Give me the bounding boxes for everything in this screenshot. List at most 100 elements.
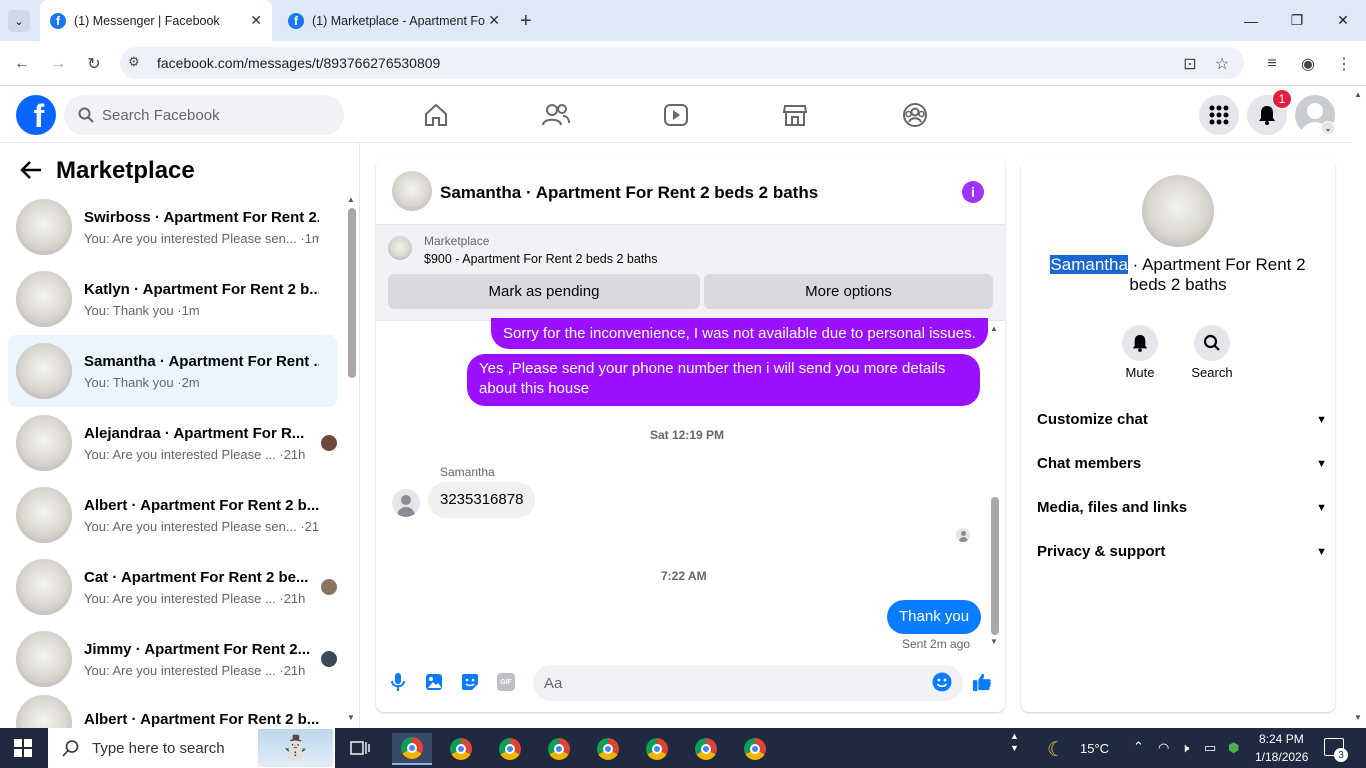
scroll-up-icon[interactable]: ▲ (1354, 90, 1362, 99)
security-icon[interactable]: ⬢ (1228, 740, 1239, 756)
profile-avatar[interactable] (1142, 175, 1214, 247)
maximize-icon[interactable]: ❐ (1274, 0, 1320, 41)
reload-icon[interactable]: ↻ (82, 52, 106, 76)
bookmark-star-icon[interactable]: ☆ (1210, 52, 1234, 76)
message-timestamp: Sat 12:19 PM (650, 428, 725, 442)
microphone-icon[interactable] (388, 672, 408, 692)
gif-icon[interactable]: GIF (496, 672, 516, 692)
chat-avatar[interactable] (392, 171, 432, 211)
mute-label: Mute (1125, 365, 1155, 380)
chat-scrollbar[interactable] (991, 497, 999, 635)
account-chevron-icon[interactable]: ⌄ (1321, 121, 1335, 135)
chat-members-row[interactable]: Chat members ▼ (1037, 455, 1327, 472)
back-icon[interactable]: ← (10, 52, 34, 76)
conversation-item[interactable]: Cat · Apartment For Rent 2 be... You: Are… (8, 551, 337, 623)
address-bar[interactable]: ⚙ facebook.com/messages/t/89376627653080… (120, 47, 1244, 79)
avatar (16, 487, 72, 543)
taskbar-chrome-app[interactable] (735, 733, 775, 765)
facebook-search-input[interactable]: Search Facebook (64, 95, 344, 135)
groups-icon[interactable] (900, 100, 930, 130)
site-settings-icon[interactable]: ⚙ (128, 54, 140, 70)
marketplace-icon[interactable] (780, 100, 810, 130)
chat-details-title: Samantha · Apartment For Rent 2 beds 2 b… (1050, 255, 1306, 294)
thumbs-up-icon[interactable] (972, 672, 992, 692)
conversation-item[interactable]: Jimmy · Apartment For Rent 2... You: Are … (8, 623, 337, 695)
conversation-item[interactable]: Alejandraa · Apartment For R... You: Are … (8, 407, 337, 479)
marketplace-label: Marketplace (424, 234, 490, 248)
new-tab-icon[interactable]: + (520, 10, 532, 33)
mute-button[interactable] (1122, 325, 1158, 361)
list-scrollbar[interactable] (348, 208, 356, 378)
sent-status: Sent 2m ago (902, 637, 971, 651)
friends-icon[interactable] (541, 100, 571, 130)
windows-start-icon[interactable] (14, 739, 32, 762)
scroll-down-icon[interactable]: ▼ (1354, 713, 1362, 722)
back-arrow-icon[interactable] (20, 160, 42, 186)
taskbar-chrome-app[interactable] (441, 733, 481, 765)
sticker-icon[interactable] (460, 672, 480, 692)
listing-thumbnail[interactable] (388, 236, 412, 260)
incoming-message[interactable]: 3235316878 (428, 482, 536, 518)
chrome-icon (450, 738, 472, 760)
clock-time[interactable]: 8:24 PM (1259, 732, 1304, 746)
volume-muted-icon[interactable]: 🕨 (1181, 740, 1189, 756)
network-icon[interactable]: ◠ (1158, 740, 1169, 756)
temperature[interactable]: 15°C (1080, 741, 1109, 756)
task-view-icon[interactable] (350, 739, 370, 762)
taskbar-chrome-app[interactable] (490, 733, 530, 765)
facebook-logo-icon[interactable]: f (16, 95, 56, 135)
close-tab-icon[interactable]: ✕ (250, 12, 262, 29)
close-tab-icon[interactable]: ✕ (488, 12, 500, 29)
conversation-item[interactable]: Swirboss · Apartment For Rent 2... You: A… (8, 191, 337, 263)
privacy-support-row[interactable]: Privacy & support ▼ (1037, 543, 1327, 560)
taskbar-chrome-app[interactable] (392, 733, 432, 765)
clock-date[interactable]: 1/18/2026 (1255, 750, 1308, 764)
emoji-icon[interactable] (932, 672, 952, 692)
search-highlight-image[interactable]: ⛄ (258, 729, 333, 767)
profile-icon[interactable]: ◉ (1296, 52, 1320, 76)
conversation-item[interactable]: Albert · Apartment For Rent 2 b... (8, 695, 337, 728)
battery-icon[interactable]: ▭ (1204, 740, 1216, 756)
message-input[interactable]: Aa (533, 665, 963, 701)
weather-moon-icon[interactable]: ☾ (1047, 737, 1065, 762)
minimize-icon[interactable]: — (1228, 0, 1274, 41)
search-in-chat-button[interactable] (1194, 325, 1230, 361)
close-window-icon[interactable]: ✕ (1320, 0, 1366, 41)
outgoing-message[interactable]: Sorry for the inconvenience, I was not a… (491, 318, 988, 349)
tab-messenger[interactable]: f (1) Messenger | Facebook ✕ (40, 0, 272, 41)
video-icon[interactable] (661, 100, 691, 130)
customize-chat-row[interactable]: Customize chat ▼ (1037, 411, 1327, 428)
media-controls-icon[interactable]: ≡ (1260, 52, 1284, 76)
home-icon[interactable] (421, 100, 451, 130)
forward-icon[interactable]: → (46, 52, 70, 76)
more-options-button[interactable]: More options (704, 274, 993, 309)
photo-icon[interactable] (424, 672, 444, 692)
sender-avatar[interactable] (392, 489, 420, 517)
taskbar-chrome-app[interactable] (539, 733, 579, 765)
media-files-links-row[interactable]: Media, files and links ▼ (1037, 499, 1327, 516)
mark-as-pending-button[interactable]: Mark as pending (388, 274, 700, 309)
info-icon[interactable]: i (962, 181, 984, 203)
conversation-item[interactable]: Katlyn · Apartment For Rent 2 b... You: T… (8, 263, 337, 335)
taskbar-chrome-app[interactable] (637, 733, 677, 765)
taskbar-scroll-icon[interactable]: ▲ ▼ (1010, 730, 1019, 754)
outgoing-message[interactable]: Thank you (887, 600, 982, 634)
taskbar-chrome-app[interactable] (588, 733, 628, 765)
scroll-up-icon[interactable]: ▲ (990, 324, 998, 333)
tab-list-icon[interactable]: ⌄ (8, 10, 30, 32)
browser-menu-icon[interactable]: ⋮ (1332, 52, 1356, 76)
scroll-up-icon[interactable]: ▲ (347, 195, 355, 204)
scroll-down-icon[interactable]: ▼ (347, 713, 355, 722)
listing-title[interactable]: $900 - Apartment For Rent 2 beds 2 baths (424, 252, 657, 266)
hidden-icons-chevron-icon[interactable]: ⌃ (1133, 739, 1144, 755)
menu-grid-icon[interactable] (1199, 95, 1239, 135)
conversation-item-selected[interactable]: Samantha · Apartment For Rent ... You: Th… (8, 335, 337, 407)
outgoing-message[interactable]: Yes ,Please send your phone number then … (467, 354, 980, 406)
install-app-icon[interactable]: ⊡ (1178, 52, 1202, 76)
page-scrollbar[interactable] (1352, 86, 1366, 728)
conversation-item[interactable]: Albert · Apartment For Rent 2 b... You: A… (8, 479, 337, 551)
chat-title[interactable]: Samantha · Apartment For Rent 2 beds 2 b… (440, 183, 818, 203)
scroll-down-icon[interactable]: ▼ (990, 637, 998, 646)
taskbar-chrome-app[interactable] (686, 733, 726, 765)
tab-marketplace[interactable]: f (1) Marketplace - Apartment Fo ✕ (278, 0, 510, 41)
